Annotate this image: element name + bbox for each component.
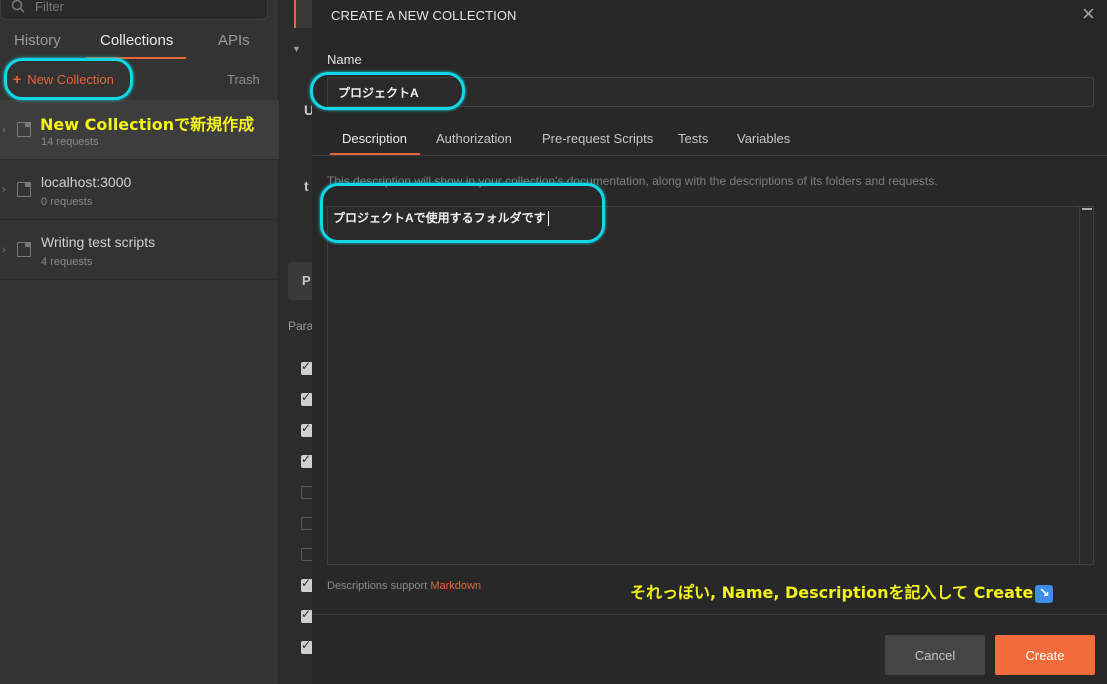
filter-box[interactable] — [0, 0, 268, 20]
description-value: プロジェクトAで使用するフォルダです — [333, 209, 549, 227]
search-icon — [11, 0, 25, 13]
markdown-note: Descriptions support Markdown — [327, 580, 481, 592]
description-helper-text: This description will show in your colle… — [327, 174, 938, 188]
checkbox[interactable] — [301, 576, 312, 592]
request-pane: ▼ U t P Para — [280, 0, 312, 684]
markdown-link[interactable]: Markdown — [430, 580, 481, 592]
tab-description[interactable]: Description — [342, 131, 407, 146]
tab-variables[interactable]: Variables — [737, 131, 790, 146]
collection-count: 4 requests — [41, 256, 93, 268]
collection-count: 0 requests — [41, 196, 93, 208]
new-collection-label: New Collection — [27, 71, 114, 87]
annotation-new-collection: New Collectionで新規作成 — [40, 115, 255, 134]
tab-authorization[interactable]: Authorization — [436, 131, 512, 146]
checkbox[interactable] — [301, 486, 312, 499]
checkbox[interactable] — [301, 517, 312, 530]
cancel-button[interactable]: Cancel — [885, 635, 985, 675]
modal-title: CREATE A NEW COLLECTION — [331, 8, 517, 23]
footer-divider — [312, 614, 1107, 615]
request-tab[interactable] — [294, 0, 312, 28]
modal-tabs: Description Authorization Pre-request Sc… — [312, 128, 1107, 156]
new-collection-button[interactable]: + New Collection — [13, 71, 114, 87]
pane-letter: U — [304, 102, 312, 118]
collection-name: Writing test scripts — [41, 234, 156, 250]
scrollbar[interactable] — [1080, 206, 1094, 565]
chevron-right-icon[interactable]: › — [2, 124, 6, 136]
scrollbar-thumb[interactable] — [1082, 208, 1092, 210]
collapse-arrow-icon[interactable]: ▼ — [292, 44, 301, 54]
close-icon[interactable]: × — [1082, 3, 1095, 25]
active-tab-indicator — [330, 153, 420, 155]
annotation-bottom-text: それっぽい, Name, Descriptionを記入して Create — [630, 583, 1034, 602]
description-text: プロジェクトAで使用するフォルダです — [333, 211, 546, 225]
checkbox[interactable] — [301, 390, 312, 406]
description-textarea[interactable]: プロジェクトAで使用するフォルダです — [327, 206, 1080, 565]
collection-item[interactable]: › localhost:3000 0 requests — [0, 160, 279, 220]
tab-collections[interactable]: Collections — [100, 32, 173, 60]
plus-icon: + — [13, 71, 22, 87]
chevron-right-icon[interactable]: › — [2, 184, 6, 196]
markdown-note-text: Descriptions support — [327, 580, 428, 592]
create-button[interactable]: Create — [995, 635, 1095, 675]
checkbox[interactable] — [301, 452, 312, 468]
annotation-bottom: それっぽい, Name, Descriptionを記入して Create ↘ — [630, 579, 1054, 603]
name-label: Name — [327, 52, 362, 67]
checkbox[interactable] — [301, 548, 312, 561]
sidebar: History Collections APIs + New Collectio… — [0, 0, 279, 684]
collection-count: 14 requests — [41, 136, 99, 148]
arrow-down-right-icon: ↘ — [1035, 584, 1054, 603]
checkbox[interactable] — [301, 359, 312, 375]
active-tab-indicator — [86, 57, 186, 59]
pane-letter: P — [302, 273, 311, 288]
collection-item[interactable]: › Writing test scripts 4 requests — [0, 220, 279, 280]
pane-letter: t — [304, 178, 309, 194]
checkbox[interactable] — [301, 421, 312, 437]
chevron-right-icon[interactable]: › — [2, 244, 6, 256]
folder-icon — [17, 122, 31, 137]
tab-pre-request-scripts[interactable]: Pre-request Scripts — [542, 131, 653, 146]
tab-apis[interactable]: APIs — [218, 32, 250, 60]
name-input[interactable] — [327, 77, 1094, 107]
collection-name: localhost:3000 — [41, 174, 132, 190]
filter-input[interactable] — [35, 0, 235, 14]
trash-button[interactable]: Trash — [227, 72, 260, 87]
checkbox[interactable] — [301, 638, 312, 654]
folder-icon — [17, 182, 31, 197]
folder-icon — [17, 242, 31, 257]
params-label: Para — [288, 319, 312, 333]
text-cursor — [547, 211, 549, 227]
tab-history[interactable]: History — [14, 32, 61, 60]
tab-tests[interactable]: Tests — [678, 131, 708, 146]
checkbox[interactable] — [301, 607, 312, 623]
